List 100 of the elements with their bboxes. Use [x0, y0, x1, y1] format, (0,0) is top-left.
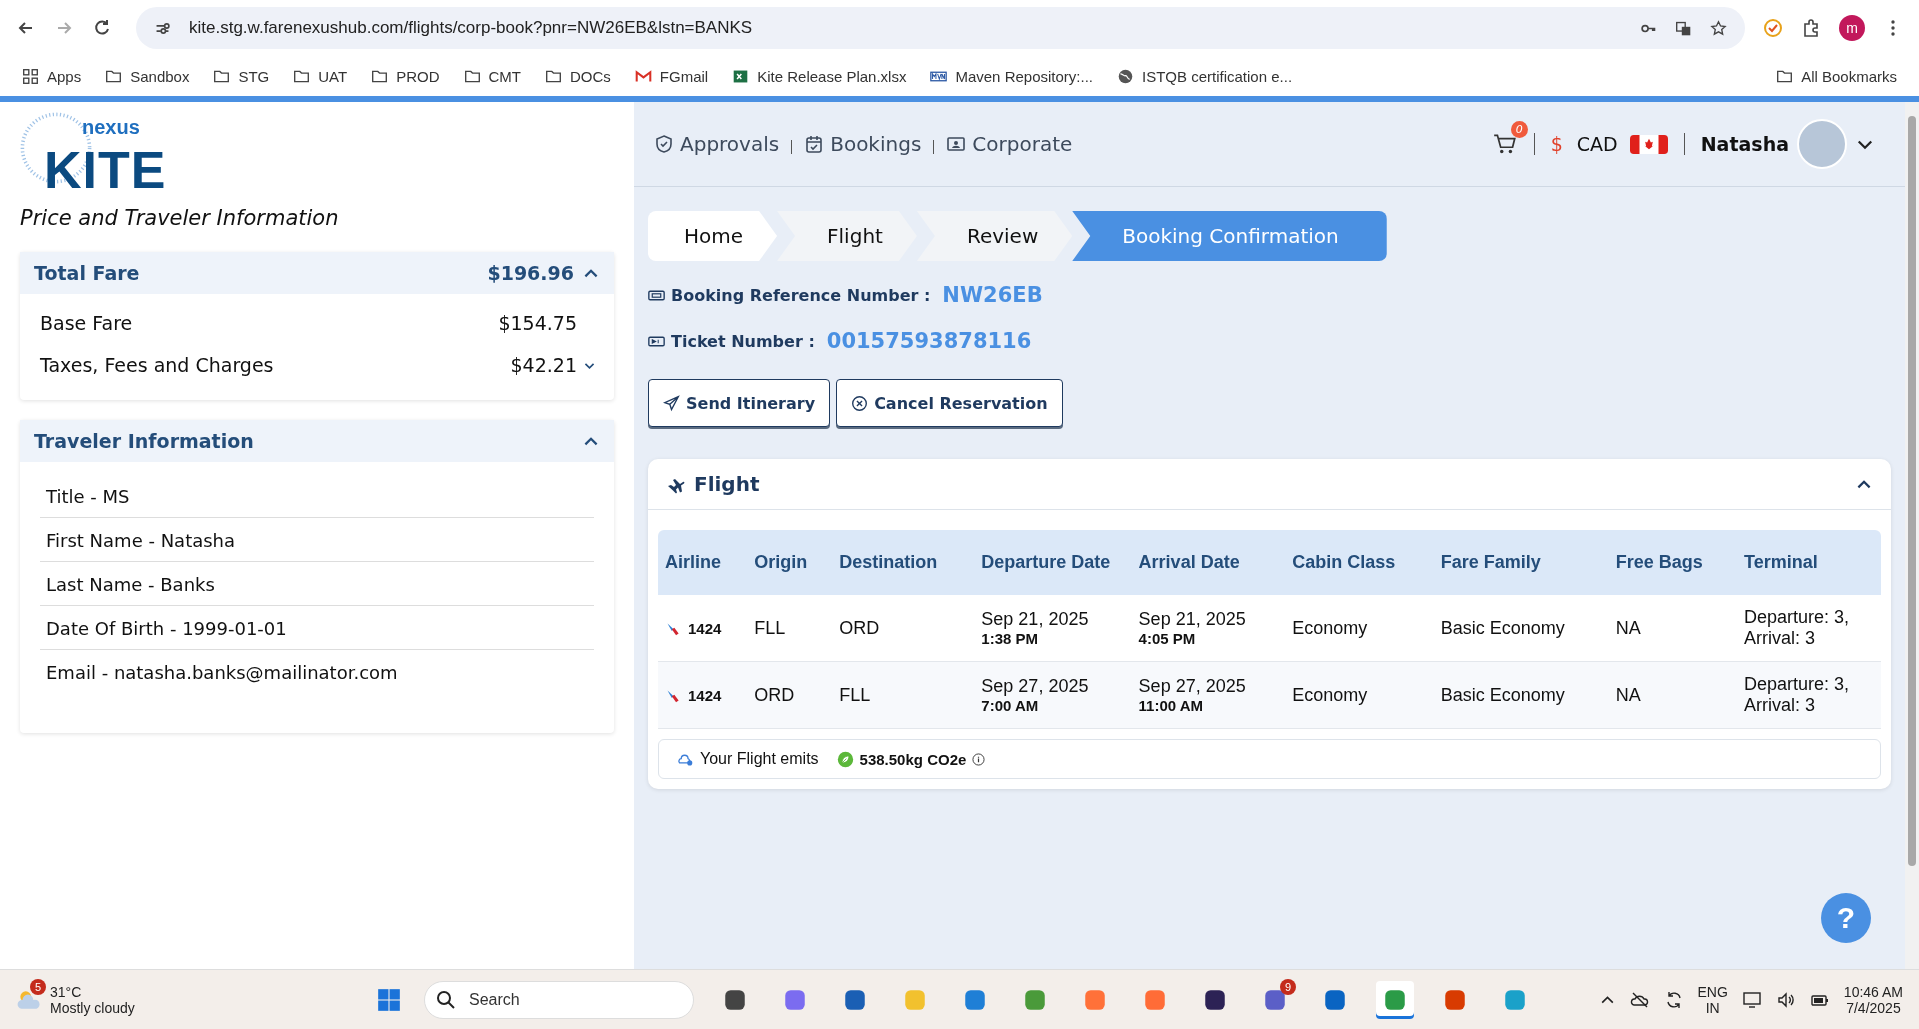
breadcrumb-step[interactable]: Home — [648, 211, 778, 261]
table-cell: FLL — [747, 595, 833, 662]
search-icon — [436, 989, 456, 1010]
grid-icon — [22, 67, 39, 85]
bookmark[interactable]: STG — [213, 67, 270, 85]
fare-amount: $42.21 — [510, 354, 577, 376]
ticket-number-label: Ticket Number : — [671, 331, 815, 351]
translate-icon[interactable] — [1675, 19, 1692, 37]
url-text[interactable]: kite.stg.w.farenexushub.com/flights/corp-book?pnr=NW26EB&lstn=BANKS — [189, 18, 753, 38]
table-cell-text: 1:38 PM — [981, 630, 1040, 647]
taskbar-search-field[interactable]: Search — [424, 980, 694, 1019]
flight-number: 1424 — [688, 619, 722, 637]
table-cell: NA — [1608, 661, 1737, 729]
column-header: Origin — [747, 530, 833, 595]
cart-count-badge: 0 — [1510, 121, 1528, 138]
table-cell-text: Sep 27, 2025 — [1138, 676, 1247, 697]
table-cell: Economy — [1285, 595, 1434, 662]
table-cell-text: Sep 21, 2025 — [981, 609, 1090, 630]
column-header: Destination — [832, 530, 975, 595]
weather-badge: 5 — [30, 978, 46, 995]
globe-icon — [1117, 67, 1134, 85]
bookmark[interactable]: FGmail — [634, 67, 709, 85]
card-title: Flight — [694, 472, 760, 496]
currency-symbol: $ — [1550, 133, 1563, 155]
traveler-field: First Name - Natasha — [40, 518, 594, 562]
reload-icon[interactable] — [92, 18, 112, 38]
fare-label: Taxes, Fees and Charges — [40, 354, 274, 376]
column-header: Free Bags — [1608, 530, 1737, 595]
address-bar[interactable]: kite.stg.w.farenexushub.com/flights/corp-book?pnr=NW26EB&lstn=BANKS — [136, 7, 1745, 49]
info-icon[interactable] — [972, 752, 986, 766]
id-card-icon — [946, 134, 967, 154]
taskbar-app[interactable]: 9 — [1256, 980, 1294, 1019]
notification-badge: 9 — [1280, 978, 1296, 995]
total-fare-amount: $196.96 — [487, 262, 574, 284]
sidebar-heading: Price and Traveler Information — [20, 206, 340, 230]
language[interactable]: ENG — [1697, 983, 1728, 1000]
star-icon[interactable] — [1710, 19, 1727, 37]
close-circle-icon — [851, 394, 869, 412]
bookmark[interactable]: Maven Repository:... — [930, 67, 1093, 85]
emissions-label: Your Flight emits — [700, 750, 819, 768]
column-header: Departure Date — [974, 530, 1132, 595]
table-cell: Economy — [1285, 661, 1434, 729]
leaf-icon — [836, 750, 854, 768]
bookmark[interactable]: ISTQB certification e... — [1117, 67, 1293, 85]
paper-plane-icon — [663, 394, 680, 412]
column-header: Fare Family — [1433, 530, 1609, 595]
shield-icon — [654, 134, 674, 154]
traveler-field: Date Of Birth - 1999-01-01 — [40, 606, 594, 650]
traveler-field: Email - natasha.banks@mailinator.com — [40, 650, 594, 693]
ticket-number: 00157593878116 — [826, 329, 1032, 353]
weather-condition: Mostly cloudy — [50, 999, 135, 1016]
table-cell-text: 7:00 AM — [981, 697, 1040, 714]
all-bookmarks[interactable]: All Bookmarks — [1776, 67, 1897, 85]
table-cell-text: 11:00 AM — [1138, 697, 1205, 714]
calendar-icon — [804, 134, 825, 154]
send-itinerary-button[interactable]: Send Itinerary — [648, 379, 831, 427]
bookmark[interactable]: CMT — [463, 67, 521, 85]
puzzle-icon[interactable] — [1801, 18, 1821, 38]
card-title: Total Fare — [34, 262, 140, 284]
user-name[interactable]: Natasha — [1700, 133, 1789, 155]
fare-label: Base Fare — [40, 312, 133, 334]
bookmark[interactable]: UAT — [293, 67, 348, 85]
clock-time[interactable]: 10:46 AM — [1843, 983, 1903, 1000]
nav-link[interactable]: Corporate — [946, 132, 1073, 156]
scrollbar-thumb[interactable] — [1908, 116, 1916, 866]
fare-amount: $154.75 — [498, 312, 577, 334]
speaker-icon[interactable] — [1775, 989, 1796, 1010]
table-cell: FLL — [832, 661, 975, 729]
column-header: Cabin Class — [1285, 530, 1434, 595]
breadcrumb-step[interactable]: Flight — [777, 211, 917, 261]
table-cell: ORD — [747, 661, 833, 729]
table-cell-text: 4:05 PM — [1138, 630, 1197, 647]
column-header: Arrival Date — [1131, 530, 1286, 595]
table-cell-text: Sep 21, 2025 — [1138, 609, 1247, 630]
column-header: Terminal — [1737, 530, 1881, 595]
temperature: 31°C — [50, 983, 83, 1000]
bookmark[interactable]: Sandbox — [105, 67, 190, 85]
table-cell-text: Sep 27, 2025 — [981, 676, 1090, 697]
breadcrumb-step[interactable]: Review — [916, 211, 1073, 261]
nav-link[interactable]: Approvals — [654, 132, 780, 156]
windows-start-icon[interactable] — [376, 986, 402, 1013]
currency-code[interactable]: CAD — [1576, 133, 1618, 155]
table-cell: Basic Economy — [1433, 595, 1609, 662]
nav-link[interactable]: Bookings — [804, 132, 922, 156]
bookmark[interactable]: Apps — [22, 67, 82, 85]
profile-avatar[interactable]: m — [1839, 15, 1865, 41]
region[interactable]: IN — [1705, 999, 1720, 1016]
bookmark[interactable]: DOCs — [545, 67, 611, 85]
table-cell: Departure: 3, Arrival: 3 — [1737, 595, 1881, 662]
bookmark[interactable]: PROD — [371, 67, 440, 85]
traveler-field: Last Name - Banks — [40, 562, 594, 606]
monitor-icon[interactable] — [1741, 989, 1762, 1010]
table-cell: Basic Economy — [1433, 661, 1609, 729]
clock-date[interactable]: 7/4/2025 — [1846, 999, 1901, 1016]
bookmark[interactable]: Kite Release Plan.xlsx — [732, 67, 907, 85]
cancel-reservation-button[interactable]: Cancel Reservation — [836, 379, 1063, 427]
card-title: Traveler Information — [34, 430, 254, 452]
flight-number: 1424 — [688, 686, 722, 704]
column-header: Airline — [658, 530, 748, 595]
table-cell: Departure: 3, Arrival: 3 — [1737, 661, 1881, 729]
